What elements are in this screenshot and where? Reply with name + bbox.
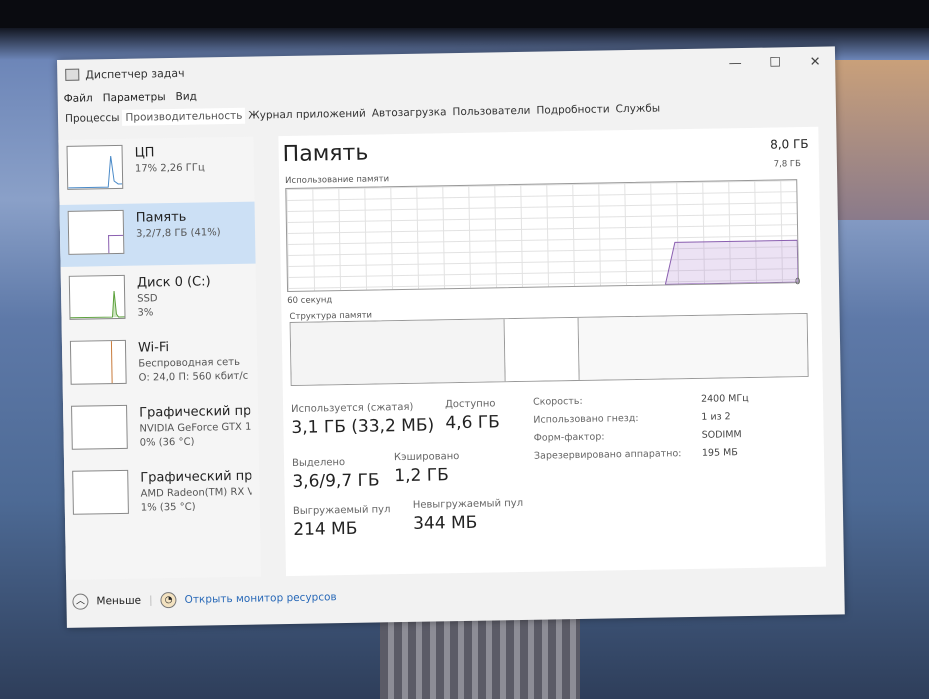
detail-value: 2400 МГц <box>700 392 749 405</box>
sidebar-item-disk[interactable]: Диск 0 (C:) SSD 3% <box>61 267 257 332</box>
stat-label: Доступно <box>444 398 496 411</box>
sidebar-item-detail: NVIDIA GeForce GTX 16 <box>139 421 251 435</box>
footer: ︿ Меньше | ◔ Открыть монитор ресурсов <box>72 589 337 610</box>
stat-label: Выгружаемый пул <box>292 504 391 517</box>
sidebar-item-gpu1[interactable]: Графический процессор 1AMD Radeon(TM) RX… <box>64 462 260 527</box>
sidebar-item-detail: 3% <box>137 307 154 319</box>
tab-users[interactable]: Пользователи <box>449 103 533 120</box>
stat-available: Доступно 4,6 ГБ <box>445 398 500 433</box>
disk-thumbnail-graph <box>68 274 126 320</box>
memory-composition-bar <box>289 312 809 386</box>
sidebar-item-title: Графический процессор 1 <box>140 467 253 486</box>
sidebar-item-memory[interactable]: Память 3,2/7,8 ГБ (41%) <box>59 201 256 267</box>
cpu-thumbnail-graph <box>66 144 124 190</box>
usage-graph-label: Использование памяти <box>285 174 390 187</box>
sidebar-item-title: Диск 0 (C:) <box>136 274 211 291</box>
divider: | <box>148 594 153 607</box>
graph-zero-label: 0 <box>794 277 801 288</box>
desktop-wallpaper-pier <box>380 615 580 699</box>
screen-bezel <box>0 0 929 28</box>
open-resource-monitor-link[interactable]: Открыть монитор ресурсов <box>185 591 337 606</box>
memory-usage-series <box>664 239 798 285</box>
window-title: Диспетчер задач <box>85 66 185 82</box>
tab-processes[interactable]: Процессы <box>62 110 123 127</box>
sidebar-item-detail: 17% 2,26 ГГц <box>134 162 205 175</box>
stat-nonpaged-pool: Невыгружаемый пул 344 МБ <box>413 498 524 534</box>
detail-row: Зарезервировано аппаратно: 195 МБ <box>534 444 750 466</box>
stat-label: Невыгружаемый пул <box>412 497 524 511</box>
memory-panel: Память 8,0 ГБ Использование памяти 7,8 Г… <box>278 126 826 577</box>
stat-label: Используется (сжатая) <box>291 401 414 415</box>
sidebar-item-wifi[interactable]: Wi-Fi Беспроводная сеть О: 24,0 П: 560 кби… <box>62 332 258 397</box>
gpu1-thumbnail-graph <box>72 469 129 515</box>
sidebar-item-title: Память <box>135 209 187 226</box>
stat-value: 3,6/9,7 ГБ <box>292 470 380 492</box>
fewer-details-button[interactable]: Меньше <box>96 595 141 608</box>
menu-file[interactable]: Файл <box>64 92 93 105</box>
detail-value: 195 МБ <box>701 447 738 459</box>
memory-usage-graph <box>285 179 800 293</box>
stat-in-use: Используется (сжатая) 3,1 ГБ (33,2 МБ) <box>291 401 435 438</box>
sidebar-item-cpu[interactable]: ЦП 17% 2,26 ГГц <box>58 137 254 202</box>
stat-label: Кэшировано <box>393 451 460 464</box>
task-manager-icon <box>65 68 80 81</box>
task-manager-window: Диспетчер задач — ☐ ✕ Файл Параметры Вид… <box>57 46 845 628</box>
stat-value: 344 МБ <box>412 512 478 534</box>
menu-options[interactable]: Параметры <box>103 91 166 104</box>
sidebar-item-title: ЦП <box>134 145 155 161</box>
sidebar-item-title: Wi-Fi <box>137 340 170 356</box>
detail-value: SODIMM <box>701 429 742 441</box>
resource-monitor-icon: ◔ <box>160 591 177 609</box>
desktop-wallpaper <box>829 60 929 220</box>
gpu0-thumbnail-graph <box>71 404 128 450</box>
stat-value: 3,1 ГБ (33,2 МБ) <box>291 415 435 438</box>
detail-key: Зарезервировано аппаратно: <box>533 448 682 462</box>
sidebar-item-gpu0[interactable]: Графический процессор 0NVIDIA GeForce GT… <box>63 397 259 462</box>
time-axis-label: 60 секунд <box>287 295 333 307</box>
stat-value: 214 МБ <box>293 518 358 540</box>
stat-paged-pool: Выгружаемый пул 214 МБ <box>293 504 391 540</box>
resource-sidebar: ЦП 17% 2,26 ГГц Память 3,2/7,8 ГБ (41%) Ди… <box>58 136 262 580</box>
stat-value: 4,6 ГБ <box>445 412 501 434</box>
sidebar-item-detail: О: 24,0 П: 560 кбит/с <box>138 370 249 384</box>
sidebar-item-title: Графический процессор 0 <box>139 402 251 421</box>
modified-segment <box>504 317 580 382</box>
tab-startup[interactable]: Автозагрузка <box>369 104 450 121</box>
chevron-up-icon[interactable]: ︿ <box>72 593 89 610</box>
in-use-segment <box>290 319 506 385</box>
tab-details[interactable]: Подробности <box>533 101 612 118</box>
memory-thumbnail-graph <box>67 209 125 255</box>
stat-label: Выделено <box>291 457 346 469</box>
sidebar-item-detail: SSD <box>137 293 158 305</box>
wifi-thumbnail-graph <box>69 339 127 385</box>
detail-value: 1 из 2 <box>701 411 731 423</box>
tab-performance[interactable]: Производительность <box>122 107 246 126</box>
close-button[interactable]: ✕ <box>795 54 835 70</box>
maximize-button[interactable]: ☐ <box>755 55 795 71</box>
tab-app-history[interactable]: Журнал приложений <box>245 106 369 124</box>
memory-details: Скорость: 2400 МГц Использовано гнезд: 1 и… <box>533 390 750 466</box>
sidebar-item-detail: 0% (36 °C) <box>139 436 195 449</box>
tab-services[interactable]: Службы <box>612 100 663 117</box>
stat-value: 1,2 ГБ <box>394 465 449 487</box>
sidebar-item-detail: 1% (35 °C) <box>140 501 196 514</box>
sidebar-item-detail: AMD Radeon(TM) RX Vega <box>140 486 253 500</box>
menu-view[interactable]: Вид <box>175 91 197 103</box>
standby-segment <box>578 313 808 380</box>
stat-committed: Выделено 3,6/9,7 ГБ <box>292 456 380 492</box>
minimize-button[interactable]: — <box>715 55 755 71</box>
stat-cached: Кэшировано 1,2 ГБ <box>394 451 460 486</box>
usage-graph-max: 7,8 ГБ <box>773 159 802 170</box>
sidebar-item-detail: 3,2/7,8 ГБ (41%) <box>135 227 221 240</box>
total-memory: 8,0 ГБ <box>770 136 809 152</box>
page-title: Память <box>282 140 369 168</box>
